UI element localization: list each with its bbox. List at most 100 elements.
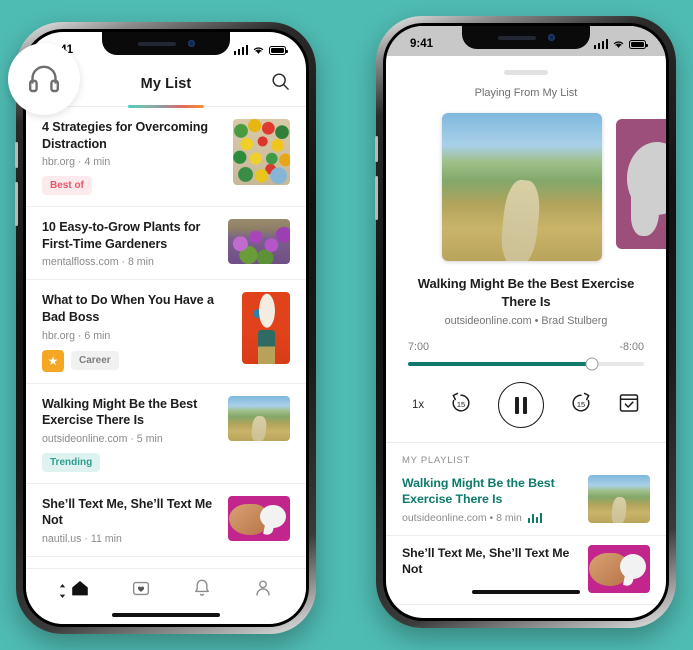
- list-item-title: 4 Strategies for Overcoming Distraction: [42, 120, 208, 151]
- search-icon[interactable]: [271, 72, 290, 96]
- equalizer-icon: [527, 512, 543, 523]
- tab-saved[interactable]: [130, 577, 152, 604]
- next-track-artwork[interactable]: [616, 119, 666, 249]
- forward-15-icon[interactable]: 15: [568, 390, 594, 421]
- page-title: My List: [140, 76, 192, 92]
- earpiece-speaker-icon: [497, 35, 536, 40]
- now-playing-subtitle: outsideonline.com • Brad Stulberg: [444, 315, 608, 328]
- list-item-content: 10 Easy-to-Grow Plants for First-Time Ga…: [42, 219, 228, 268]
- progress-knob[interactable]: [585, 357, 599, 371]
- status-icons: [593, 39, 648, 49]
- status-time: 9:41: [410, 38, 434, 50]
- wifi-icon: [613, 41, 624, 48]
- phone-right-screen: 9:41 Playing From My List Walking Might …: [386, 26, 666, 618]
- time-labels: 7:00 -8:00: [408, 341, 644, 353]
- list-item[interactable]: 4 Strategies for Overcoming Distraction h…: [26, 107, 306, 208]
- list-item-thumbnail: [233, 119, 290, 185]
- list-item[interactable]: Walking Might Be the Best Exercise There…: [26, 384, 306, 484]
- list-item-thumbnail: [228, 495, 290, 541]
- star-icon[interactable]: ★: [42, 349, 64, 372]
- notch: [462, 26, 590, 49]
- status-icons: [233, 45, 288, 55]
- speech-bubble-shape: [620, 554, 647, 580]
- svg-text:15: 15: [577, 400, 585, 409]
- progress-section[interactable]: 7:00 -8:00: [408, 341, 644, 371]
- archive-check-icon[interactable]: [618, 392, 640, 419]
- playback-speed-button[interactable]: 1x: [412, 399, 424, 411]
- status-badge[interactable]: Career: [71, 351, 119, 371]
- playlist-item-content: Walking Might Be the Best Exercise There…: [402, 475, 588, 524]
- bell-icon: [191, 577, 213, 604]
- phone-left-screen: 9:41 My List 4 Strategies for Overcoming…: [26, 32, 306, 624]
- list-item-title: 10 Easy-to-Grow Plants for First-Time Ga…: [42, 220, 201, 251]
- earpiece-speaker-icon: [137, 41, 176, 46]
- tag-row: ★ Career: [42, 349, 232, 372]
- phone-left-volume-button: [15, 182, 18, 226]
- tab-home[interactable]: [58, 577, 91, 604]
- home-icon: [69, 577, 91, 604]
- playlist-item-title: Walking Might Be the Best Exercise There…: [402, 476, 555, 507]
- playlist-item[interactable]: Walking Might Be the Best Exercise There…: [386, 466, 666, 536]
- list-item-content: She’ll Text Me, She’ll Text Me Not nautil…: [42, 496, 228, 545]
- tag-row: Best of: [42, 176, 223, 196]
- phone-right-bezel: 9:41 Playing From My List Walking Might …: [383, 23, 669, 621]
- list-item-title: Walking Might Be the Best Exercise There…: [42, 396, 198, 428]
- pause-icon: [515, 396, 528, 414]
- tab-notifications[interactable]: [191, 577, 213, 604]
- list-item-content: What to Do When You Have a Bad Boss hbr.o…: [42, 292, 242, 372]
- headphones-badge: [8, 43, 80, 115]
- status-badge[interactable]: Trending: [42, 452, 101, 472]
- now-playing-artwork[interactable]: [442, 113, 602, 261]
- list-item-meta: hbr.org · 6 min: [42, 329, 111, 342]
- list-item-thumbnail: [242, 292, 290, 365]
- heart-square-icon: [130, 577, 152, 604]
- article-list[interactable]: 4 Strategies for Overcoming Distraction h…: [26, 107, 306, 558]
- rewind-15-icon[interactable]: 15: [448, 390, 474, 421]
- list-item[interactable]: What to Do When You Have a Bad Boss hbr.o…: [26, 280, 306, 384]
- playlist-items[interactable]: Walking Might Be the Best Exercise There…: [386, 466, 666, 605]
- status-badge[interactable]: Best of: [42, 176, 92, 196]
- playing-from-label: Playing From My List: [474, 87, 578, 99]
- playlist-item-title: She’ll Text Me, She’ll Text Me Not: [402, 545, 570, 577]
- play-pause-button[interactable]: [498, 382, 545, 429]
- svg-text:15: 15: [457, 400, 465, 409]
- wifi-icon: [253, 47, 264, 54]
- phone-left-bezel: 9:41 My List 4 Strategies for Overcoming…: [23, 29, 309, 627]
- battery-icon: [269, 45, 288, 55]
- list-item-content: 4 Strategies for Overcoming Distraction h…: [42, 119, 233, 196]
- progress-fill: [408, 362, 593, 367]
- tab-profile[interactable]: [252, 577, 274, 604]
- elapsed-time: 7:00: [408, 341, 430, 354]
- list-item-title: What to Do When You Have a Bad Boss: [42, 293, 214, 325]
- phone-right: 9:41 Playing From My List Walking Might …: [375, 16, 676, 628]
- home-indicator: [112, 613, 220, 617]
- list-item[interactable]: 10 Easy-to-Grow Plants for First-Time Ga…: [26, 207, 306, 281]
- notch: [102, 32, 230, 55]
- now-playing-title: Walking Might Be the Best Exercise There…: [417, 276, 635, 309]
- list-item-title: She’ll Text Me, She’ll Text Me Not: [42, 496, 213, 528]
- playlist-item-meta: outsideonline.com • 8 min: [402, 512, 578, 524]
- cellular-bars-icon: [233, 45, 248, 55]
- list-item[interactable]: She’ll Text Me, She’ll Text Me Not nautil…: [26, 484, 306, 558]
- list-item-content: Walking Might Be the Best Exercise There…: [42, 396, 228, 472]
- list-item-meta: hbr.org · 4 min: [42, 156, 111, 169]
- playlist-item[interactable]: She’ll Text Me, She’ll Text Me Not: [386, 536, 666, 605]
- front-camera-icon: [187, 40, 195, 47]
- speech-bubble-shape: [260, 504, 287, 529]
- headphones-icon: [29, 65, 59, 93]
- list-item-thumbnail: [228, 219, 290, 265]
- phone-left-side-button: [15, 142, 18, 168]
- player-controls[interactable]: 1x 15 15: [386, 366, 666, 429]
- progress-slider[interactable]: [408, 357, 644, 371]
- playlist-item-thumbnail: [588, 475, 650, 524]
- playlist-label: MY PLAYLIST: [402, 455, 471, 467]
- playlist-item-meta-text: outsideonline.com • 8 min: [402, 511, 522, 524]
- front-camera-icon: [547, 34, 555, 41]
- remaining-time: -8:00: [619, 341, 644, 354]
- battery-icon: [629, 39, 648, 49]
- playlist-item-thumbnail: [588, 544, 650, 593]
- phone-right-volume-button: [375, 176, 378, 220]
- artwork-carousel[interactable]: [386, 99, 666, 261]
- sheet-drag-handle[interactable]: [504, 70, 548, 75]
- phone-left: 9:41 My List 4 Strategies for Overcoming…: [15, 22, 316, 634]
